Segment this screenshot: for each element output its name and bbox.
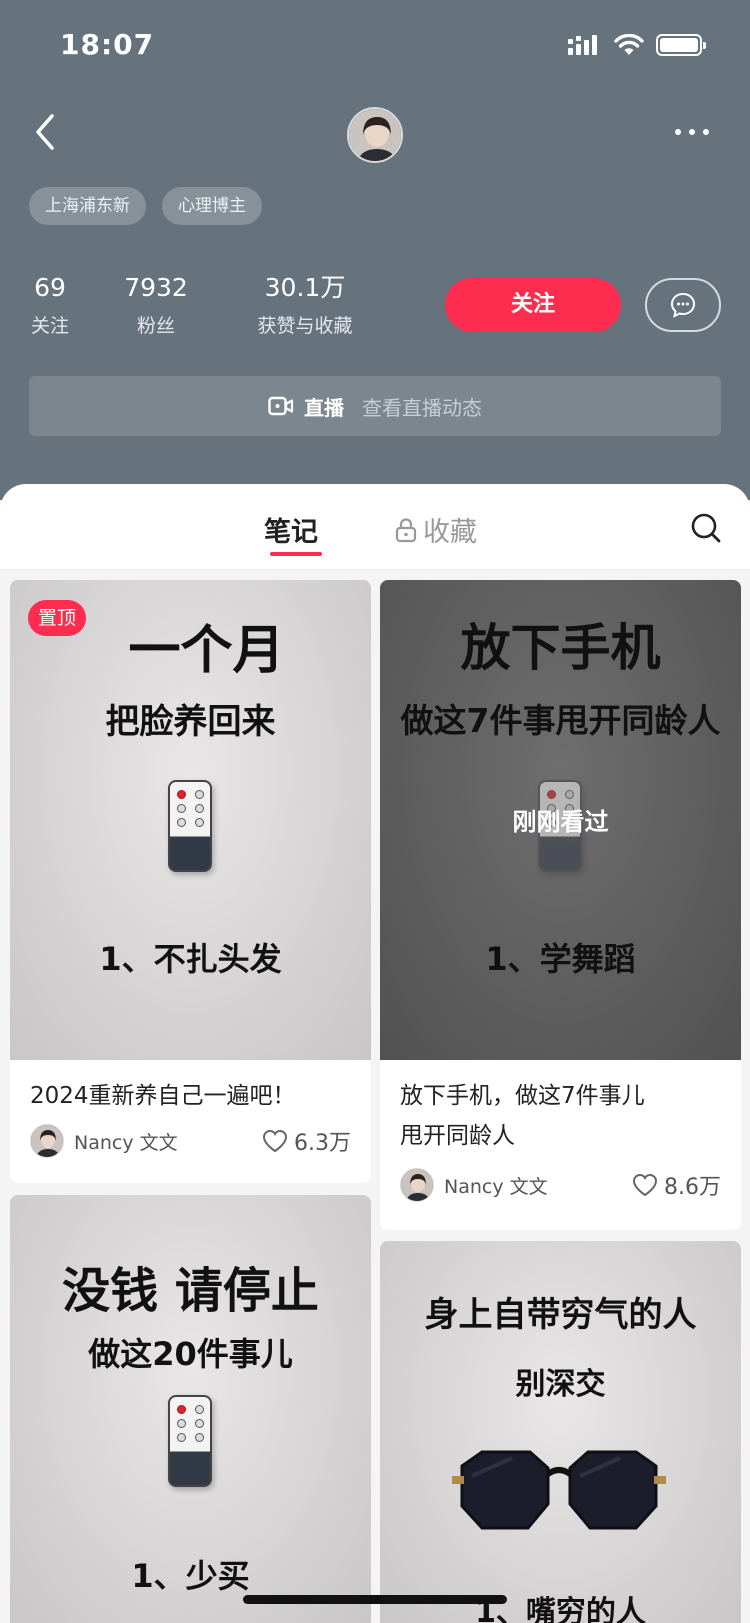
note-meta: Nancy 文文 6.3万	[10, 1124, 371, 1158]
author-avatar[interactable]	[30, 1124, 64, 1158]
note-card[interactable]: 没钱 请停止 做这20件事儿 1、少买	[10, 1195, 371, 1623]
author-name[interactable]: Nancy 文文	[444, 1172, 632, 1199]
cover-point: 1、不扎头发	[99, 940, 282, 978]
note-cover: 没钱 请停止 做这20件事儿 1、少买	[10, 1195, 371, 1623]
battery-icon	[656, 34, 706, 56]
lock-icon	[395, 517, 417, 542]
live-bar[interactable]: 直播 查看直播动态	[29, 376, 721, 436]
note-cover: 身上自带穷气的人 别深交 1、嘴穷的人	[380, 1241, 741, 1623]
live-label: 直播	[304, 395, 344, 420]
following-label: 关注	[30, 315, 69, 337]
more-options-icon[interactable]	[672, 120, 712, 144]
note-title: 2024重新养自己一遍吧！	[30, 1083, 296, 1109]
active-tab-indicator	[270, 552, 322, 556]
live-camera-icon	[268, 396, 294, 416]
profile-stats: 69 关注 7932 粉丝 30.1万 获赞与收藏	[28, 273, 360, 338]
profile-header: 18:07 上海浦东新 心理博主 69 关注 7932 粉丝 30.1万 获赞与…	[0, 0, 750, 500]
status-icons	[568, 34, 706, 56]
like-count: 8.6万	[664, 1175, 721, 1200]
cover-subtitle: 把脸养回来	[105, 702, 276, 742]
note-card[interactable]: 身上自带穷气的人 别深交 1、嘴穷的人	[380, 1241, 741, 1623]
following-count: 69	[34, 273, 66, 302]
status-time: 18:07	[60, 28, 155, 61]
message-icon	[670, 292, 696, 318]
like-button[interactable]: 8.6万	[632, 1169, 721, 1201]
live-subtext: 查看直播动态	[362, 395, 482, 420]
cover-subtitle: 别深交	[515, 1367, 606, 1402]
author-name[interactable]: Nancy 文文	[74, 1128, 262, 1155]
followers-count: 7932	[124, 273, 188, 302]
back-icon[interactable]	[30, 112, 64, 152]
message-button[interactable]	[645, 278, 721, 332]
note-title-line2: 甩开同龄人	[400, 1123, 515, 1149]
category-tag[interactable]: 心理博主	[162, 187, 262, 225]
cover-point: 1、嘴穷的人	[475, 1595, 646, 1623]
note-card[interactable]: 置顶 一个月 把脸养回来 1、不扎头发 2024重新养自己一遍吧！ Nancy …	[10, 580, 371, 1183]
cover-title: 没钱 请停止	[62, 1263, 319, 1319]
heart-icon	[632, 1173, 658, 1197]
likes-collects-label: 获赞与收藏	[257, 315, 353, 337]
note-cover: 放下手机 做这7件事甩开同龄人 刚刚看过 1、学舞蹈	[380, 580, 741, 1060]
note-title-line1: 放下手机，做这7件事儿	[400, 1083, 645, 1109]
like-count: 6.3万	[294, 1131, 351, 1156]
followers-stat[interactable]: 7932 粉丝	[116, 273, 196, 338]
cover-point: 1、少买	[131, 1557, 250, 1595]
cover-point: 1、学舞蹈	[485, 940, 636, 978]
home-indicator	[243, 1595, 507, 1604]
likes-collects-count: 30.1万	[264, 273, 346, 302]
like-button[interactable]: 6.3万	[262, 1125, 351, 1157]
remote-control-image	[168, 780, 212, 872]
cover-title: 身上自带穷气的人	[424, 1295, 697, 1335]
location-tag[interactable]: 上海浦东新	[29, 187, 146, 225]
following-stat[interactable]: 69 关注	[28, 273, 72, 338]
cover-subtitle: 做这7件事甩开同龄人	[400, 701, 721, 740]
tab-collect[interactable]: 收藏	[395, 510, 477, 549]
cover-title: 放下手机	[460, 619, 661, 677]
likes-collects-stat[interactable]: 30.1万 获赞与收藏	[250, 273, 360, 338]
author-avatar[interactable]	[400, 1168, 434, 1202]
heart-icon	[262, 1129, 288, 1153]
recently-viewed-label: 刚刚看过	[512, 808, 609, 836]
sunglasses-image	[452, 1450, 666, 1530]
avatar[interactable]	[347, 107, 403, 163]
followers-label: 粉丝	[136, 315, 175, 337]
tab-notes[interactable]: 笔记	[264, 510, 318, 549]
wifi-icon	[614, 34, 644, 55]
profile-tags: 上海浦东新 心理博主	[29, 187, 262, 225]
content-tabs: 笔记 收藏	[0, 484, 750, 570]
tab-collect-label: 收藏	[423, 517, 477, 548]
note-card[interactable]: 放下手机 做这7件事甩开同龄人 刚刚看过 1、学舞蹈 放下手机，做这7件事儿 甩…	[380, 580, 741, 1230]
cover-subtitle: 做这20件事儿	[88, 1335, 293, 1373]
cover-title: 一个月	[128, 621, 285, 681]
cellular-signal-icon	[568, 35, 597, 55]
note-meta: Nancy 文文 8.6万	[380, 1168, 741, 1202]
search-icon[interactable]	[690, 512, 722, 544]
note-cover: 置顶 一个月 把脸养回来 1、不扎头发	[10, 580, 371, 1060]
follow-button[interactable]: 关注	[445, 278, 621, 332]
remote-control-image	[168, 1395, 212, 1487]
